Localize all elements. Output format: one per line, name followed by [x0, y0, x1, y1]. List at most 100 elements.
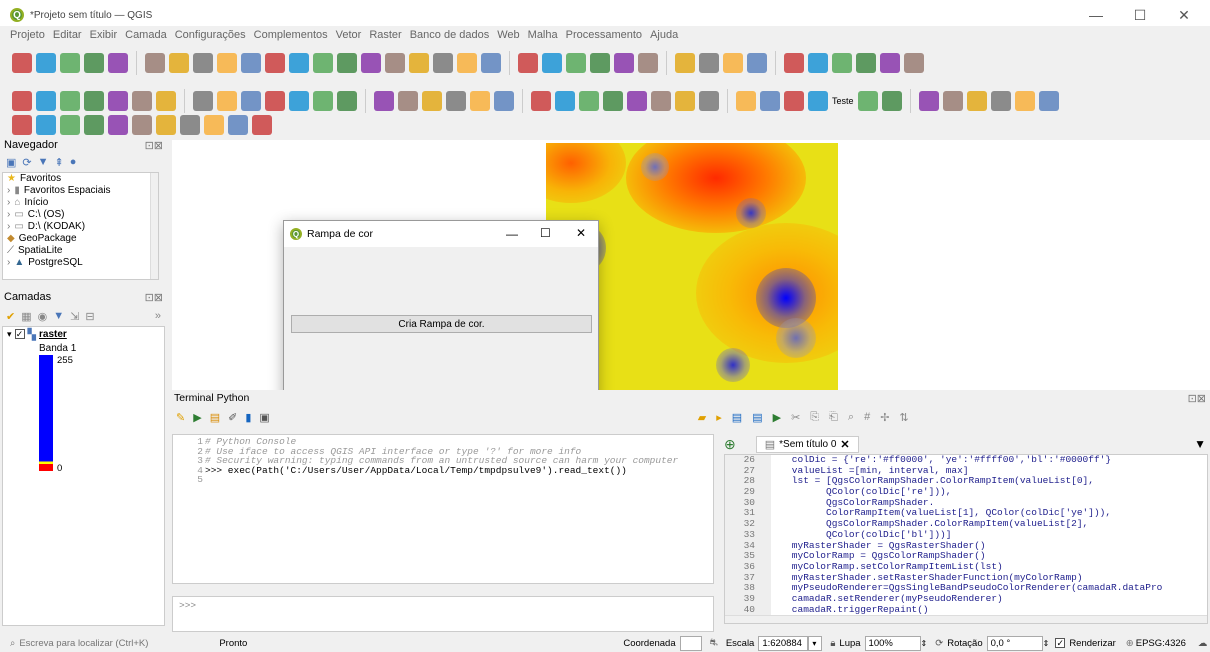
tab-list-icon[interactable]: ▼	[1194, 437, 1206, 451]
info-icon[interactable]: ●	[70, 156, 77, 168]
zoom-field[interactable]: 100%	[864, 635, 921, 651]
open-table-icon[interactable]	[590, 53, 610, 73]
raster-calc-b-icon[interactable]	[36, 115, 56, 135]
pan-icon[interactable]	[169, 53, 189, 73]
coordinate-field[interactable]	[679, 635, 702, 651]
dialog-maximize-button[interactable]: ☐	[540, 226, 551, 240]
save-icon[interactable]: ▤	[732, 411, 742, 424]
save-project-icon[interactable]	[60, 53, 80, 73]
expand-icon[interactable]: ⇲	[70, 310, 79, 323]
menu-item-web[interactable]: Web	[497, 29, 519, 41]
delete-icon[interactable]	[193, 91, 213, 111]
georef-a-icon[interactable]	[156, 115, 176, 135]
refresh-icon[interactable]: ⟳	[22, 156, 31, 169]
clear-console-icon[interactable]: ✎	[176, 411, 185, 424]
locator-search-input[interactable]	[19, 635, 200, 651]
object-inspector-icon[interactable]: ✢	[880, 411, 889, 424]
move-label-icon[interactable]	[422, 91, 442, 111]
menu-item-camada[interactable]: Camada	[125, 29, 167, 41]
help-icon[interactable]: ▮	[245, 411, 251, 424]
zoom-next-icon[interactable]	[361, 53, 381, 73]
paste-icon[interactable]	[265, 91, 285, 111]
dock-icon[interactable]: ▣	[259, 411, 269, 424]
run-script-icon[interactable]: ▶	[773, 411, 781, 424]
new-map-view-icon[interactable]	[385, 53, 405, 73]
dialog-minimize-button[interactable]: —	[506, 227, 518, 241]
tool-tb2-31-icon[interactable]	[808, 91, 828, 111]
rotation-field[interactable]: 0,0 °	[986, 635, 1043, 651]
tool-tb1-31-icon[interactable]	[808, 53, 828, 73]
tool-tb2-23-icon[interactable]	[603, 91, 623, 111]
annotation-icon[interactable]	[699, 53, 719, 73]
help-editor-icon[interactable]: ⇅	[899, 411, 908, 424]
change-label-icon[interactable]	[470, 91, 490, 111]
tool-tb1-30-icon[interactable]	[784, 53, 804, 73]
rotate-label-icon[interactable]	[446, 91, 466, 111]
code-editor[interactable]: 26 colDic = {'re':'#ff0000', 'ye':'#ffff…	[724, 454, 1208, 624]
open-file-icon[interactable]: ▰	[698, 411, 706, 424]
undo-icon[interactable]	[289, 91, 309, 111]
tool-tb1-33-icon[interactable]	[856, 53, 876, 73]
tool-tb2-33-icon[interactable]	[881, 91, 902, 111]
filter-icon[interactable]: ▼	[53, 310, 64, 322]
rotation-spinner[interactable]: ⇕	[1043, 639, 1050, 648]
tool-tb2-27-icon[interactable]	[699, 91, 719, 111]
layer-row-raster[interactable]: ▾ ✓ ▚ raster	[3, 327, 164, 341]
editor-h-scrollbar[interactable]	[725, 615, 1207, 623]
new-layer-icon[interactable]	[36, 91, 56, 111]
panel-close-icon[interactable]: ⊡⊠	[1188, 392, 1206, 405]
temporal-icon[interactable]	[457, 53, 477, 73]
edit-icon[interactable]	[84, 91, 104, 111]
digitize-icon[interactable]	[60, 91, 80, 111]
console-output[interactable]: 1 # Python Console 2 # Use iface to access …	[172, 434, 714, 584]
editor-tab[interactable]: ▤ *Sem título 0 ✕	[755, 435, 859, 453]
lock-icon[interactable]: 🔒︎	[830, 638, 835, 649]
menu-item-projeto[interactable]: Projeto	[10, 29, 45, 41]
vertex-a-icon[interactable]	[228, 115, 248, 135]
tool-tb2-39-icon[interactable]	[1038, 91, 1059, 111]
menu-item-banco-de-dados[interactable]: Banco de dados	[410, 29, 490, 41]
refresh-icon[interactable]	[481, 53, 501, 73]
paste-icon[interactable]: ⎗	[829, 411, 838, 424]
show-editor-icon[interactable]: ▤	[210, 411, 220, 424]
comment-icon[interactable]: #	[864, 411, 870, 424]
data-source-manager-icon[interactable]	[12, 91, 32, 111]
crs-button[interactable]: EPSG:4326	[1136, 638, 1186, 649]
filter-icon[interactable]: ▼	[38, 156, 49, 168]
identify-icon[interactable]	[518, 53, 538, 73]
plugin-icon[interactable]	[531, 91, 551, 111]
redo-icon[interactable]	[313, 91, 333, 111]
select-icon[interactable]	[542, 53, 562, 73]
menu-item-vetor[interactable]: Vetor	[336, 29, 362, 41]
new-tab-icon[interactable]: ⊕	[724, 436, 736, 453]
menu-item-ajuda[interactable]: Ajuda	[650, 29, 678, 41]
new-project-icon[interactable]	[12, 53, 32, 73]
tree-item-spatialite[interactable]: ⟋ SpatiaLite	[3, 245, 158, 257]
tool-tb1-35-icon[interactable]	[904, 53, 924, 73]
new-3d-view-icon[interactable]	[409, 53, 429, 73]
tool-tb2-25-icon[interactable]	[651, 91, 671, 111]
panel-close-icon[interactable]: ⊡⊠	[145, 291, 163, 304]
toggle-extent-icon[interactable]: ⛐	[710, 637, 718, 649]
style-manager-icon[interactable]	[145, 53, 165, 73]
save-as-icon[interactable]: ▤	[752, 411, 762, 424]
raster-calc-a-icon[interactable]	[12, 115, 32, 135]
menu-item-malha[interactable]: Malha	[528, 29, 558, 41]
menu-item-processamento[interactable]: Processamento	[566, 29, 642, 41]
save-as-icon[interactable]	[84, 53, 104, 73]
create-ramp-button[interactable]: Cria Rampa de cor.	[291, 315, 592, 333]
copy-icon[interactable]	[241, 91, 261, 111]
options-icon[interactable]: ✐	[228, 411, 237, 424]
dialog-close-button[interactable]: ✕	[576, 226, 586, 240]
show-hide-icon[interactable]	[398, 91, 418, 111]
panel-close-icon[interactable]: ⊡⊠	[145, 139, 163, 152]
save-edits-icon[interactable]	[108, 91, 128, 111]
tool-tb2-28-icon[interactable]	[736, 91, 756, 111]
menu-item-editar[interactable]: Editar	[53, 29, 82, 41]
find-icon[interactable]: ⌕	[848, 411, 854, 424]
measure-icon[interactable]	[638, 53, 658, 73]
bookmark-icon[interactable]	[433, 53, 453, 73]
tree-item-inicio[interactable]: › ⌂ Início	[3, 197, 158, 209]
scale-field[interactable]: 1:620884	[758, 635, 809, 651]
teste-toolbar-label[interactable]: Teste	[832, 96, 854, 106]
